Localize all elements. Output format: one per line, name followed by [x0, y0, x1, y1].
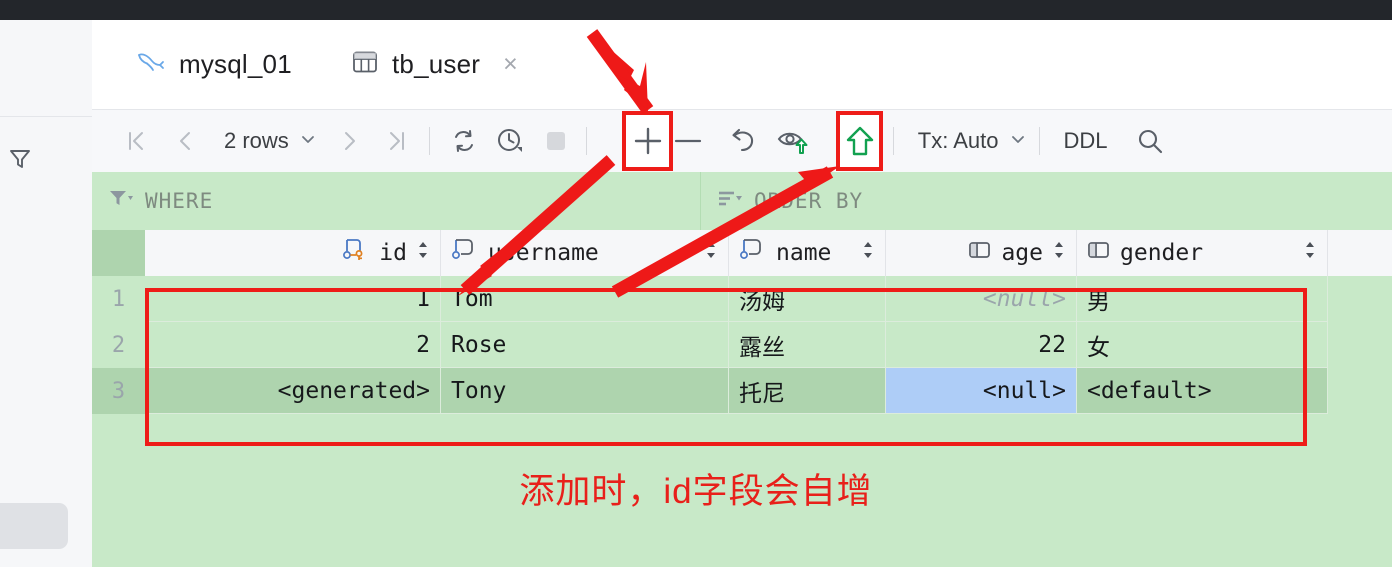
data-editor-toolbar: 2 rows Tx: Auto DDL — [92, 110, 1392, 173]
toolbar-separator-2 — [585, 127, 587, 155]
plain-column-icon — [967, 238, 993, 268]
editor-tab-bar: mysql_01 tb_user × — [92, 20, 1392, 126]
row-number: 3 — [92, 368, 145, 414]
order-by-label: ORDER BY — [754, 189, 864, 213]
cell-id[interactable]: 2 — [145, 322, 441, 368]
eye-upload-icon[interactable] — [776, 119, 812, 163]
annotation-text: 添加时，id字段会自增 — [519, 472, 873, 511]
undo-arrow-icon[interactable] — [724, 119, 760, 163]
app-window: mysql_01 tb_user × 2 rows Tx: Auto DDL W… — [0, 0, 1392, 567]
table-icon — [351, 48, 379, 81]
column-header-label: age — [1001, 240, 1043, 266]
table-row[interactable]: 3 <generated> Tony 托尼 <null> <default> — [92, 368, 1392, 414]
table-row[interactable]: 2 2 Rose 露丝 22 女 — [92, 322, 1392, 368]
column-icon — [450, 237, 480, 269]
column-header-label: username — [488, 240, 599, 266]
dolphin-icon — [134, 47, 166, 82]
ddl-label: DDL — [1063, 128, 1108, 153]
transaction-mode-dropdown[interactable]: Tx: Auto — [912, 119, 1027, 163]
column-header-username[interactable]: username — [441, 230, 729, 276]
tab-mysql-01[interactable]: mysql_01 — [120, 20, 306, 109]
cell-age[interactable]: <null> — [886, 368, 1077, 414]
submit-button[interactable] — [828, 119, 875, 163]
result-grid: id username name age gender 1 1 Tom 汤姆 <… — [92, 230, 1392, 567]
cell-username[interactable]: Tom — [441, 276, 729, 322]
tab-tb-user[interactable]: tb_user × — [337, 20, 532, 109]
column-header-label: gender — [1120, 240, 1204, 266]
row-number: 1 — [92, 276, 145, 322]
row-number: 2 — [92, 322, 145, 368]
grid-header-row: id username name age gender — [92, 230, 1392, 276]
toolbar-separator — [428, 127, 430, 155]
first-page-button[interactable] — [118, 119, 154, 163]
cell-name[interactable]: 汤姆 — [729, 276, 886, 322]
search-icon[interactable] — [1132, 119, 1168, 163]
cell-username[interactable]: Tony — [441, 368, 729, 414]
gutter-divider — [0, 116, 92, 117]
sort-toggle-icon[interactable] — [415, 237, 431, 269]
cell-id[interactable]: 1 — [145, 276, 441, 322]
column-header-id[interactable]: id — [145, 230, 441, 276]
filter-dropdown-icon — [108, 188, 134, 215]
sort-dropdown-icon — [717, 188, 743, 215]
cell-gender[interactable]: 男 — [1077, 276, 1328, 322]
column-header-label: name — [776, 240, 832, 266]
delete-row-button[interactable] — [670, 119, 706, 163]
sort-toggle-icon[interactable] — [703, 237, 719, 269]
chevron-down-icon — [1005, 130, 1027, 153]
ddl-button[interactable]: DDL — [1058, 119, 1114, 163]
sort-toggle-icon[interactable] — [1302, 237, 1318, 269]
toolbar-separator-4 — [1038, 127, 1040, 155]
column-header-gender[interactable]: gender — [1077, 230, 1328, 276]
order-by-clause-input[interactable]: ORDER BY — [700, 172, 1392, 230]
filter-icon[interactable] — [7, 146, 33, 172]
transaction-mode-label: Tx: Auto — [917, 128, 999, 153]
sort-toggle-icon[interactable] — [860, 237, 876, 269]
cell-gender[interactable]: 女 — [1077, 322, 1328, 368]
tab-label: tb_user — [392, 49, 481, 79]
next-page-button[interactable] — [331, 119, 367, 163]
table-row[interactable]: 1 1 Tom 汤姆 <null> 男 — [92, 276, 1392, 322]
cell-name[interactable]: 托尼 — [729, 368, 886, 414]
close-icon[interactable]: × — [503, 52, 518, 77]
chevron-down-icon — [293, 130, 317, 153]
title-bar-strip — [0, 0, 1392, 20]
row-count-label: 2 rows — [224, 128, 289, 153]
cell-name[interactable]: 露丝 — [729, 322, 886, 368]
column-header-name[interactable]: name — [729, 230, 886, 276]
cell-username[interactable]: Rose — [441, 322, 729, 368]
last-page-button[interactable] — [379, 119, 415, 163]
cell-age[interactable]: 22 — [886, 322, 1077, 368]
column-header-age[interactable]: age — [886, 230, 1077, 276]
cell-age[interactable]: <null> — [886, 276, 1077, 322]
column-icon — [738, 237, 768, 269]
previous-page-button[interactable] — [168, 119, 204, 163]
column-header-label: id — [379, 240, 407, 266]
history-clock-icon[interactable] — [492, 119, 528, 163]
filter-bar: WHERE ORDER BY — [92, 172, 1392, 230]
stop-square-icon[interactable] — [538, 119, 574, 163]
where-label: WHERE — [145, 189, 214, 213]
tab-label: mysql_01 — [179, 49, 292, 79]
add-row-button[interactable] — [597, 119, 648, 163]
refresh-icon[interactable] — [446, 119, 482, 163]
primary-key-column-icon — [341, 237, 371, 269]
row-count-dropdown[interactable]: 2 rows — [220, 119, 317, 163]
toolbar-separator-3 — [892, 127, 894, 155]
sort-toggle-icon[interactable] — [1051, 237, 1067, 269]
where-clause-input[interactable]: WHERE — [92, 172, 700, 230]
cell-id[interactable]: <generated> — [145, 368, 441, 414]
cell-gender[interactable]: <default> — [1077, 368, 1328, 414]
plain-column-icon — [1086, 238, 1112, 268]
row-number-header — [92, 230, 145, 276]
